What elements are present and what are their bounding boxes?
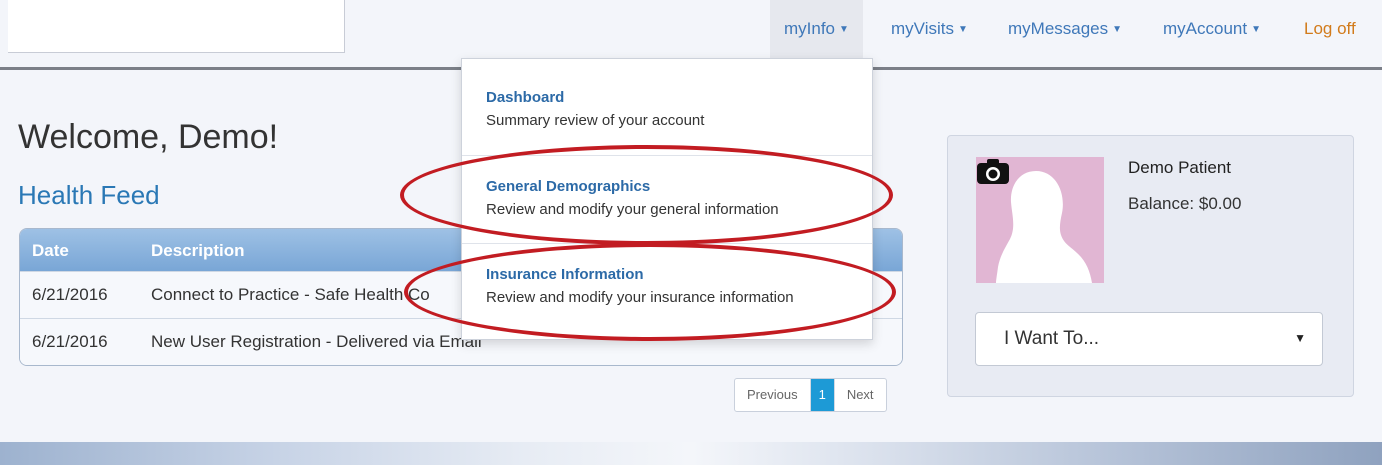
chevron-down-icon: ▼ [957, 23, 968, 35]
menu-item-insurance-information[interactable]: Insurance Information Review and modify … [486, 266, 794, 306]
current-page-button[interactable]: 1 [810, 379, 835, 411]
pagination: Previous 1 Next [734, 378, 887, 412]
avatar[interactable] [976, 157, 1104, 283]
menu-item-title: General Demographics [486, 178, 651, 195]
menu-item-dashboard[interactable]: Dashboard Summary review of your account [486, 89, 704, 129]
camera-icon[interactable] [976, 157, 1010, 185]
nav-myinfo[interactable]: myInfo ▼ [770, 0, 863, 58]
i-want-to-select[interactable]: I Want To... ▼ [975, 312, 1323, 366]
row-date: 6/21/2016 [32, 285, 108, 304]
nav-mymessages[interactable]: myMessages ▼ [1008, 0, 1122, 58]
balance-value: Balance: $0.00 [1128, 194, 1242, 213]
profile-card: Demo Patient Balance: $0.00 I Want To...… [947, 135, 1354, 397]
health-feed-title: Health Feed [18, 180, 160, 210]
row-date: 6/21/2016 [32, 332, 108, 351]
menu-item-description: Review and modify your general informati… [486, 201, 779, 218]
menu-item-description: Summary review of your account [486, 112, 705, 129]
myinfo-dropdown-menu: Dashboard Summary review of your account… [461, 58, 873, 340]
row-description: New User Registration - Delivered via Em… [151, 332, 482, 351]
nav-myvisits[interactable]: myVisits ▼ [891, 0, 968, 58]
patient-name: Demo Patient [1128, 158, 1231, 177]
menu-item-title: Dashboard [486, 89, 565, 106]
nav-myaccount[interactable]: myAccount ▼ [1163, 0, 1261, 58]
row-description: Connect to Practice - Safe Health Co [151, 285, 430, 304]
menu-item-description: Review and modify your insurance informa… [486, 289, 794, 306]
menu-item-general-demographics[interactable]: General Demographics Review and modify y… [486, 178, 779, 218]
next-page-button[interactable]: Next [835, 379, 886, 411]
chevron-down-icon: ▼ [1251, 23, 1261, 35]
nav-myvisits-label: myVisits [891, 19, 954, 38]
chevron-down-icon: ▼ [1112, 23, 1123, 35]
column-date: Date [32, 241, 69, 260]
select-value: I Want To... [1004, 328, 1100, 349]
previous-page-button[interactable]: Previous [735, 379, 811, 411]
top-nav: myInfo ▼ myVisits ▼ myMessages ▼ myAccount ▼… [0, 0, 1382, 58]
column-description: Description [151, 241, 245, 260]
menu-divider [462, 243, 872, 244]
chevron-down-icon: ▼ [1294, 331, 1306, 345]
nav-myinfo-label: myInfo [784, 19, 836, 38]
background-band [0, 442, 1382, 465]
chevron-down-icon: ▼ [839, 23, 849, 35]
logoff-link[interactable]: Log off [1304, 0, 1356, 58]
welcome-heading: Welcome, Demo! [18, 118, 279, 156]
nav-mymessages-label: myMessages [1008, 19, 1109, 38]
nav-myaccount-label: myAccount [1163, 19, 1248, 38]
menu-divider [462, 155, 872, 156]
menu-item-title: Insurance Information [486, 266, 644, 283]
